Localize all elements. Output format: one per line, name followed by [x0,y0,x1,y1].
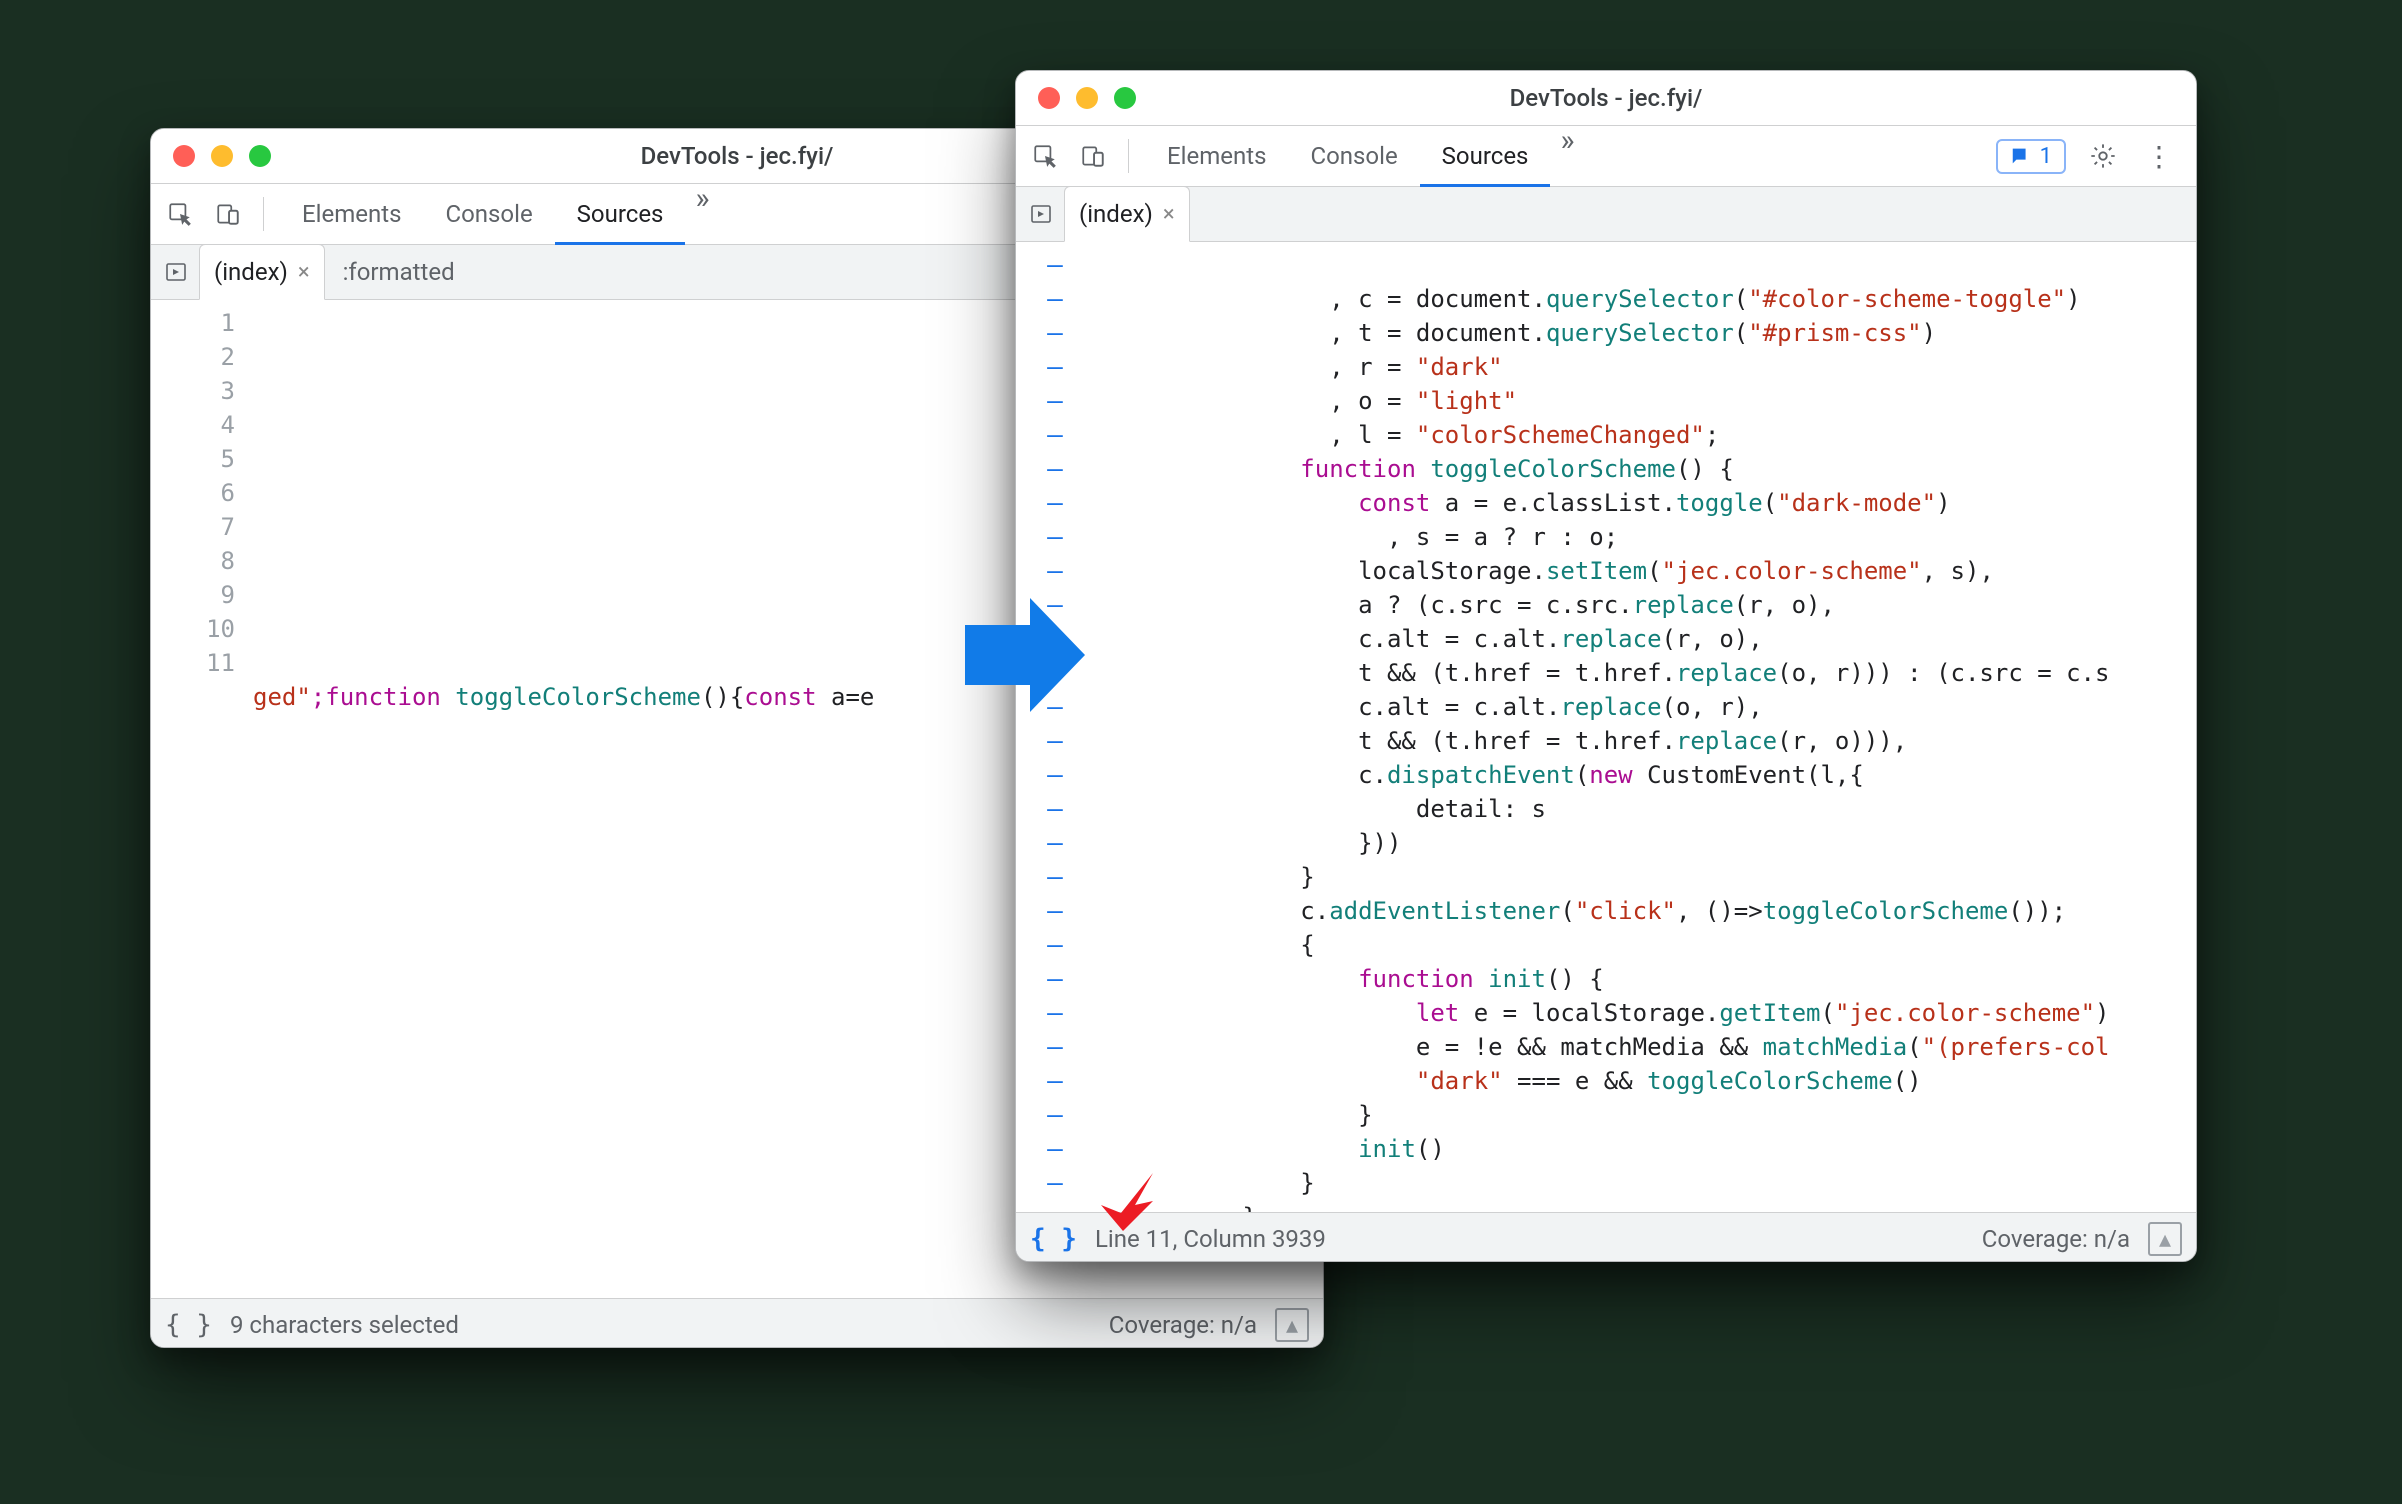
coverage-label: Coverage: n/a [1109,1311,1257,1339]
code-content[interactable]: , c = document.querySelector("#color-sch… [1094,242,2196,1212]
window-title: DevTools - jec.fyi/ [1510,84,1703,112]
separator [1128,139,1129,173]
expand-icon[interactable]: ▴ [1275,1308,1309,1342]
issues-badge[interactable]: 1 [1996,139,2066,174]
arrow-red-annotation [1095,1165,1165,1235]
tab-elements[interactable]: Elements [280,185,423,245]
zoom-dot[interactable] [1114,87,1136,109]
panel-tabs: Elements Console Sources » [280,184,720,244]
tabs-overflow[interactable]: » [685,184,719,244]
file-tab-index[interactable]: (index) × [1064,186,1190,242]
gear-icon[interactable] [2084,137,2122,175]
status-text: 9 characters selected [230,1311,459,1339]
close-dot[interactable] [1038,87,1060,109]
tab-console[interactable]: Console [423,185,554,245]
tab-sources[interactable]: Sources [555,185,686,245]
tab-elements[interactable]: Elements [1145,127,1288,187]
pretty-print-icon[interactable]: { } [165,1310,212,1340]
expand-icon[interactable]: ▴ [2148,1222,2182,1256]
file-tab-index[interactable]: (index) × [199,244,325,300]
titlebar: DevTools - jec.fyi/ [1016,71,2196,126]
file-tab-formatted[interactable]: :formatted [329,258,469,286]
status-bar: { } Line 11, Column 3939 Coverage: n/a ▴ [1016,1212,2196,1262]
minimize-dot[interactable] [1076,87,1098,109]
separator [263,197,264,231]
traffic-lights [1038,71,1136,125]
tab-sources[interactable]: Sources [1420,127,1551,187]
line-gutter: 123 456 789 1011 [151,300,249,1298]
traffic-lights [173,129,271,183]
status-bar: { } 9 characters selected Coverage: n/a … [151,1298,1323,1348]
tab-console[interactable]: Console [1288,127,1419,187]
devtools-window-right: DevTools - jec.fyi/ Elements Console Sou… [1015,70,2197,1262]
editor-area: –––––––––––––––––––––––––––– , c = docum… [1016,242,2196,1212]
panel-tabs: Elements Console Sources » [1145,126,1585,186]
navigator-toggle-icon[interactable] [1022,195,1060,233]
minimize-dot[interactable] [211,145,233,167]
close-dot[interactable] [173,145,195,167]
main-toolbar: Elements Console Sources » 1 ⋮ [1016,126,2196,187]
arrow-blue-annotation [960,590,1090,720]
inspect-icon[interactable] [161,195,199,233]
device-toolbar-icon[interactable] [1074,137,1112,175]
coverage-label: Coverage: n/a [1982,1225,2130,1253]
zoom-dot[interactable] [249,145,271,167]
device-toolbar-icon[interactable] [209,195,247,233]
kebab-icon[interactable]: ⋮ [2140,137,2178,175]
file-tab-label: (index) [214,258,288,286]
file-tabs-strip: (index) × [1016,187,2196,242]
issues-count: 1 [2040,144,2052,169]
close-icon[interactable]: × [1163,202,1175,227]
pretty-print-icon[interactable]: { } [1030,1224,1077,1254]
tabs-overflow[interactable]: » [1550,126,1584,186]
inspect-icon[interactable] [1026,137,1064,175]
file-tab-label: (index) [1079,200,1153,228]
close-icon[interactable]: × [298,260,310,285]
window-title: DevTools - jec.fyi/ [641,142,834,170]
navigator-toggle-icon[interactable] [157,253,195,291]
line-gutter: –––––––––––––––––––––––––––– [1016,242,1094,1212]
